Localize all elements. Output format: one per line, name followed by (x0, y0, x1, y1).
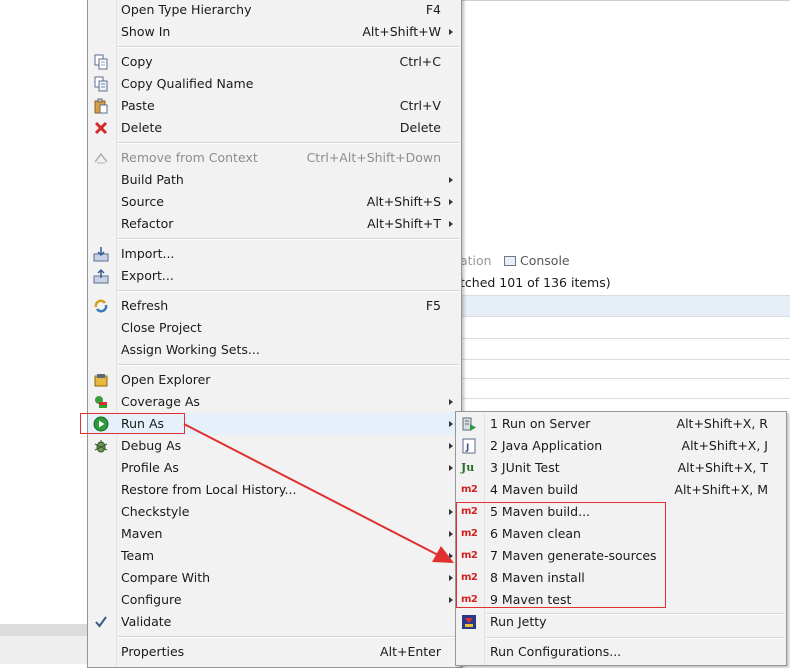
annotation-arrow-icon (183, 423, 454, 563)
